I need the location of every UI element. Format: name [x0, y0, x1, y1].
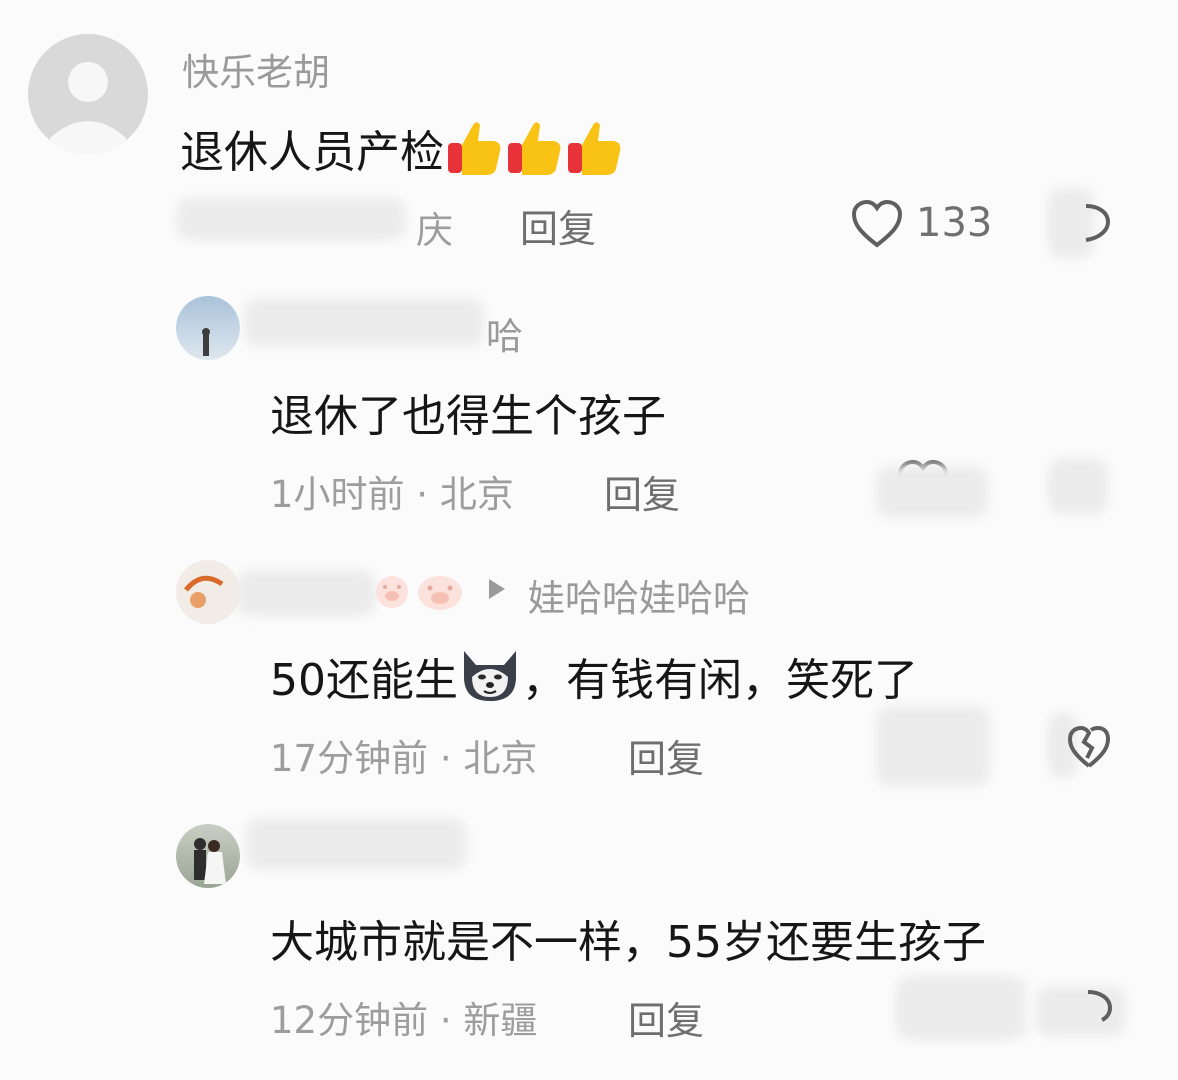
redacted-like-count — [876, 466, 988, 518]
dislike-icon[interactable] — [1064, 722, 1114, 776]
redacted-username — [244, 298, 484, 346]
avatar-figure-icon — [202, 328, 210, 356]
comment-3-text: 50还能生 ，有钱有闲，笑死了 — [270, 644, 918, 716]
dislike-icon[interactable] — [1082, 988, 1114, 1028]
comment-3-text-after: ，有钱有闲，笑死了 — [522, 655, 918, 706]
user-silhouette-icon — [50, 62, 126, 154]
thumbs-up-icon — [564, 117, 624, 188]
comment-4-reply-button[interactable]: 回复 — [628, 990, 704, 1045]
redacted-username — [236, 570, 376, 616]
comment-4-meta: 12分钟前 · 新疆 — [270, 999, 538, 1042]
redacted-dislike — [1048, 458, 1108, 514]
comment-3-reply-target[interactable]: 娃哈哈娃哈哈 — [528, 568, 750, 622]
comment-3-text-before: 50还能生 — [270, 655, 458, 706]
reply-arrow-icon — [486, 576, 508, 606]
avatar-reply-3[interactable] — [176, 824, 240, 888]
comment-3-meta: 17分钟前 · 北京 — [270, 737, 538, 780]
pig-icon — [372, 570, 412, 614]
comment-1-location: 庆 — [416, 209, 453, 252]
comment-2-meta: 1小时前 · 北京 — [270, 473, 514, 516]
redacted-like — [876, 706, 990, 786]
avatar-couple-photo-icon — [194, 838, 226, 884]
avatar-illustration-icon — [184, 575, 224, 608]
comment-1-like-count: 133 — [916, 200, 993, 246]
thumbs-up-icon — [444, 117, 504, 188]
comment-2-reply-button[interactable]: 回复 — [604, 464, 680, 519]
comment-1-text-content: 退休人员产检 — [180, 127, 444, 178]
redacted-username — [246, 818, 466, 870]
comment-4-text: 大城市就是不一样，55岁还要生孩子 — [270, 917, 986, 968]
avatar-reply-2[interactable] — [176, 560, 240, 624]
comment-2-text: 退休了也得生个孩子 — [270, 391, 666, 442]
redacted-like — [896, 976, 1026, 1040]
heart-outline-icon — [851, 199, 903, 248]
husky-dog-icon — [458, 647, 522, 716]
comment-1-text: 退休人员产检 — [180, 116, 624, 188]
pig-icon — [414, 570, 466, 616]
avatar-reply-1[interactable] — [176, 296, 240, 360]
redacted-meta — [176, 198, 406, 240]
comment-1-username[interactable]: 快乐老胡 — [182, 42, 330, 96]
comment-3-reply-button[interactable]: 回复 — [628, 728, 704, 783]
comment-1-reply-button[interactable]: 回复 — [520, 198, 596, 253]
comment-2-username[interactable]: 哈 — [486, 306, 523, 360]
thumbs-up-icon — [504, 117, 564, 188]
avatar-default[interactable] — [28, 34, 148, 154]
dislike-icon[interactable] — [1080, 202, 1112, 246]
comment-1-like-button[interactable]: 133 — [850, 196, 993, 252]
